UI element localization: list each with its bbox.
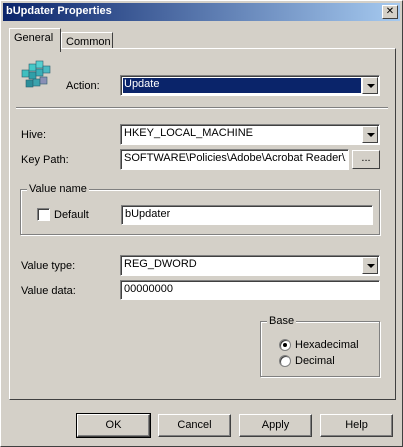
key-path-label: Key Path: bbox=[21, 154, 69, 166]
value-data-field[interactable]: 00000000 bbox=[120, 280, 380, 300]
general-tab-panel: Action: Update Hive: HKEY_LOCAL_MACHINE … bbox=[9, 48, 396, 400]
value-type-select[interactable]: REG_DWORD bbox=[120, 255, 380, 276]
value-type-dropdown-arrow-icon[interactable] bbox=[362, 257, 378, 274]
value-type-label: Value type: bbox=[21, 260, 76, 272]
value-name-group-title: Value name bbox=[27, 183, 89, 195]
base-group-title: Base bbox=[267, 315, 297, 327]
help-button[interactable]: Help bbox=[320, 414, 393, 437]
apply-button[interactable]: Apply bbox=[239, 414, 312, 437]
decimal-radio[interactable] bbox=[279, 355, 291, 367]
value-name-group: Value name Default bUpdater bbox=[20, 183, 380, 235]
hexadecimal-radio-label: Hexadecimal bbox=[295, 339, 359, 351]
action-dropdown-arrow-icon[interactable] bbox=[362, 77, 378, 94]
value-name-field[interactable]: bUpdater bbox=[121, 205, 373, 225]
hexadecimal-radio[interactable] bbox=[279, 339, 291, 351]
hive-dropdown-arrow-icon[interactable] bbox=[362, 126, 378, 143]
base-group: Base Hexadecimal Decimal bbox=[260, 315, 380, 377]
title-bar[interactable]: bUpdater Properties ✕ bbox=[3, 3, 400, 21]
ok-button[interactable]: OK bbox=[76, 413, 151, 438]
action-label: Action: bbox=[66, 80, 100, 92]
value-data-label: Value data: bbox=[21, 285, 76, 297]
window-title: bUpdater Properties bbox=[6, 5, 112, 17]
default-checkbox-label: Default bbox=[54, 209, 89, 221]
hive-select-value: HKEY_LOCAL_MACHINE bbox=[124, 127, 253, 139]
registry-cubes-icon bbox=[21, 60, 51, 88]
close-button[interactable]: ✕ bbox=[382, 5, 398, 19]
key-path-value: SOFTWARE\Policies\Adobe\Acrobat Reader\1 bbox=[124, 152, 346, 164]
decimal-radio-label: Decimal bbox=[295, 355, 335, 367]
tab-general-label: General bbox=[14, 32, 54, 44]
cancel-button[interactable]: Cancel bbox=[158, 414, 231, 437]
tab-general[interactable]: General bbox=[9, 28, 61, 52]
separator bbox=[16, 107, 388, 109]
action-select-value: Update bbox=[123, 78, 361, 93]
key-path-browse-button[interactable]: ... bbox=[352, 150, 380, 169]
default-checkbox[interactable] bbox=[37, 208, 50, 221]
value-name-value: bUpdater bbox=[125, 208, 171, 220]
key-path-field[interactable]: SOFTWARE\Policies\Adobe\Acrobat Reader\1 bbox=[120, 149, 349, 170]
action-select[interactable]: Update bbox=[120, 75, 380, 96]
hive-select[interactable]: HKEY_LOCAL_MACHINE bbox=[120, 124, 380, 145]
value-type-select-value: REG_DWORD bbox=[124, 258, 197, 270]
value-data-value: 00000000 bbox=[124, 283, 173, 295]
close-icon: ✕ bbox=[385, 6, 395, 17]
tab-common-label: Common bbox=[66, 36, 111, 48]
properties-dialog: bUpdater Properties ✕ General Common Act bbox=[0, 0, 403, 447]
hive-label: Hive: bbox=[21, 129, 47, 141]
